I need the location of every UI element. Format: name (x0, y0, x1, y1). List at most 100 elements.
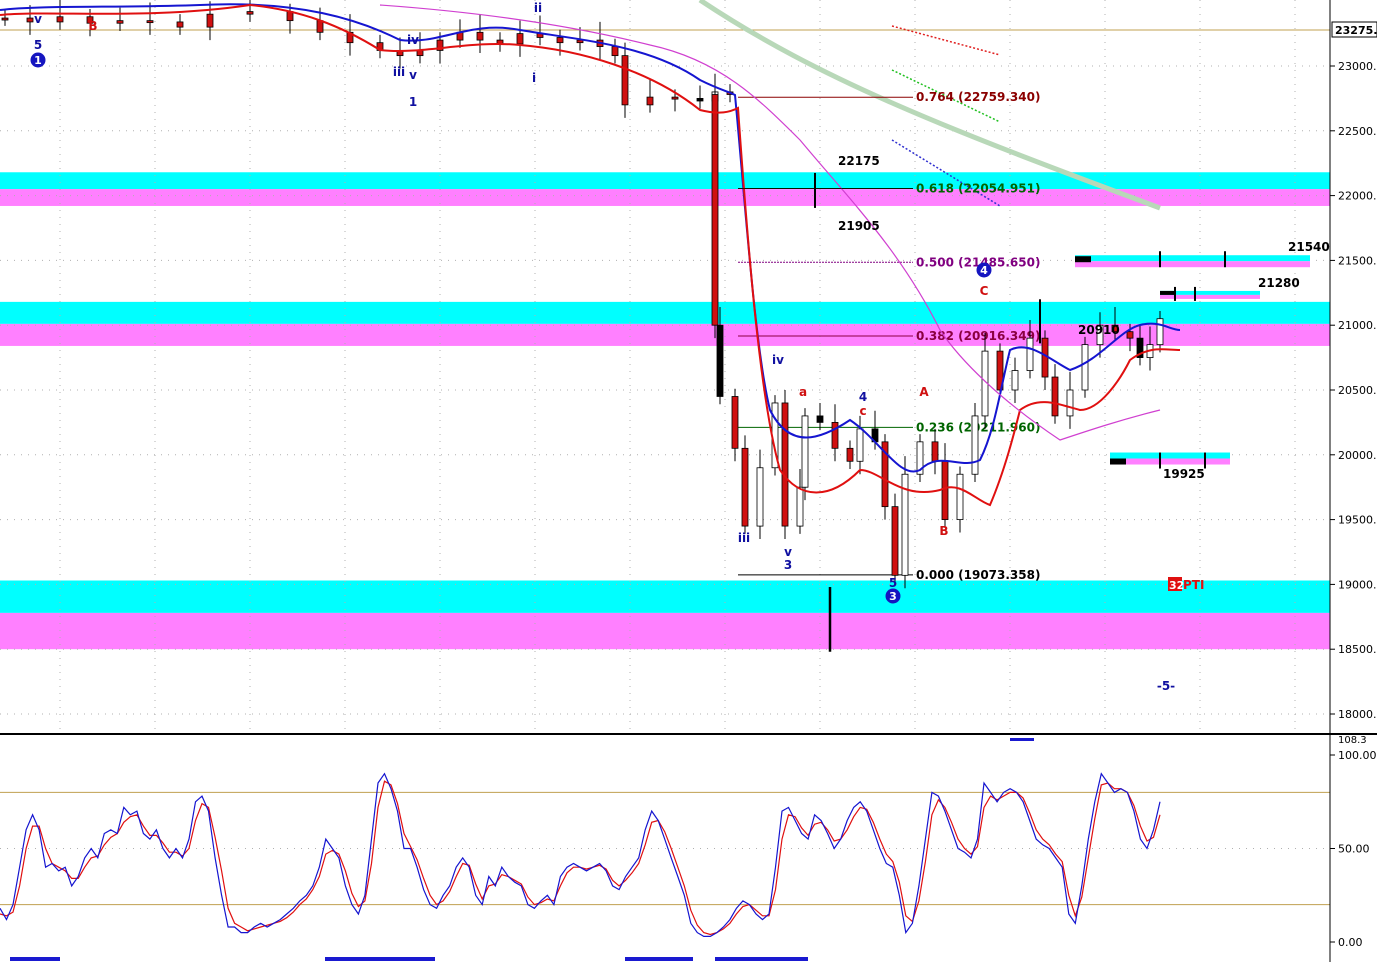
candle-body (941, 460, 949, 520)
wave-label--5-: -5- (1157, 679, 1175, 693)
marker-19925-flag (1110, 458, 1126, 465)
last-price-label: 23275. (1335, 24, 1377, 37)
candle-body (971, 415, 979, 475)
wave-label-circled-1: 1 (34, 54, 42, 67)
candle-body (56, 16, 64, 23)
candle-body (646, 96, 654, 106)
wave-label-iii: iii (393, 65, 405, 79)
candle-body (781, 402, 789, 527)
wave-label-A: A (919, 385, 929, 399)
candle-body (1066, 389, 1074, 417)
candle-body (671, 96, 679, 100)
stoch-axis-label: 100.00 (1338, 749, 1377, 762)
fib-label-0.764: 0.764 (22759.340) (916, 90, 1040, 104)
candle-body (796, 486, 804, 527)
wave-label-i: i (532, 71, 536, 85)
candle-body (1051, 376, 1059, 417)
wave-label-iv: iv (772, 353, 784, 367)
marker-19925-bottom (1110, 458, 1230, 465)
wave-label-c: c (859, 404, 866, 418)
axis-tick-label: 20000. (1338, 449, 1377, 462)
axis-tick-label: 20500. (1338, 384, 1377, 397)
candle-body (1081, 344, 1089, 391)
candle-body (1126, 331, 1134, 339)
stoch-axis-label: 0.00 (1338, 936, 1363, 949)
axis-bg (1330, 0, 1377, 733)
candle-body (176, 21, 184, 28)
price-label-21540: 21540 (1288, 240, 1330, 254)
candle-body (816, 415, 824, 423)
wave-label-1: 1 (409, 95, 417, 109)
stoch-top-marker (1010, 738, 1034, 741)
candle-body (206, 13, 214, 28)
stochastic-panel: 100.00 50.00 0.00 108.3 (0, 735, 1377, 962)
candle-body (956, 473, 964, 520)
candle-body (1, 17, 9, 21)
price-label-21905: 21905 (838, 219, 880, 233)
candle-body (856, 428, 864, 462)
candle-body (316, 20, 324, 33)
candle-body (716, 324, 724, 397)
wave-label-iii: iii (738, 531, 750, 545)
wave-label-3: 3 (784, 558, 792, 572)
marker-21540-top (1075, 255, 1310, 262)
wave-label-B: B (88, 19, 97, 33)
wave-label-circled-4: 4 (980, 264, 988, 277)
candle-body (801, 415, 809, 488)
fib-label-0.382: 0.382 (20916.349) (916, 329, 1040, 343)
candle-body (116, 20, 124, 24)
marker-21540-flag (1075, 256, 1091, 263)
candle-body (696, 98, 704, 102)
chart-root: 0.764 (22759.340) 0.618 (22054.951) 0.500 … (0, 0, 1377, 964)
wave-label-5: 5 (889, 576, 897, 590)
stoch-bottom-marker (715, 957, 808, 961)
marker-21280-flag (1160, 290, 1174, 295)
axis-tick-label: 21500. (1338, 254, 1377, 267)
candle-body (611, 46, 619, 57)
stoch-bottom-marker (625, 957, 693, 961)
fib-label-0.000: 0.000 (19073.358) (916, 568, 1040, 582)
price-label-19925: 19925 (1163, 467, 1205, 481)
wave-label-v: v (409, 68, 417, 82)
wave-label-ii: ii (534, 1, 542, 15)
wave-label-iv: iv (407, 33, 419, 47)
axis-tick-label: 21000. (1338, 319, 1377, 332)
candle-body (621, 55, 629, 106)
candle-body (891, 506, 899, 576)
zone-band-cyan (0, 172, 1330, 190)
zone-band-cyan (0, 580, 1330, 613)
stoch-axis-top-label: 108.3 (1338, 735, 1367, 746)
wave-label-circled-3: 3 (889, 590, 897, 603)
wave-label-C: C (980, 284, 989, 298)
wave-label-4: 4 (859, 390, 867, 404)
stoch-bottom-marker (10, 957, 60, 961)
marker-19925-top (1110, 452, 1230, 459)
marker-21540-bottom (1075, 261, 1310, 268)
candle-body (146, 20, 154, 24)
candle-body (476, 31, 484, 41)
chart-svg: 0.764 (22759.340)0.618 (22054.951)0.500 … (0, 0, 1377, 964)
wave-label-v: v (784, 545, 792, 559)
axis-tick-label: 19500. (1338, 514, 1377, 527)
price-label-20910: 20910 (1078, 323, 1120, 337)
axis-tick-label: 18500. (1338, 643, 1377, 656)
wave-label-5: 5 (34, 38, 42, 52)
candle-body (731, 396, 739, 449)
axis-tick-label: 22000. (1338, 190, 1377, 203)
candle-body (831, 421, 839, 449)
price-label-21280: 21280 (1258, 276, 1300, 290)
price-label-22175: 22175 (838, 154, 880, 168)
candle-body (846, 447, 854, 462)
candle-body (1026, 337, 1034, 371)
candle-body (931, 441, 939, 462)
candle-body (556, 37, 564, 44)
zone-band-magenta (0, 612, 1330, 650)
axis-tick-label: 18000. (1338, 708, 1377, 721)
candle-body (711, 94, 719, 326)
fib-label-0.618: 0.618 (22054.951) (916, 181, 1040, 195)
zone-band-cyan (0, 301, 1330, 324)
stoch-axis-label: 50.00 (1338, 843, 1370, 856)
badge-text: PTI (1183, 578, 1204, 592)
axis-tick-label: 23000. (1338, 60, 1377, 73)
stoch-bottom-marker (325, 957, 435, 961)
